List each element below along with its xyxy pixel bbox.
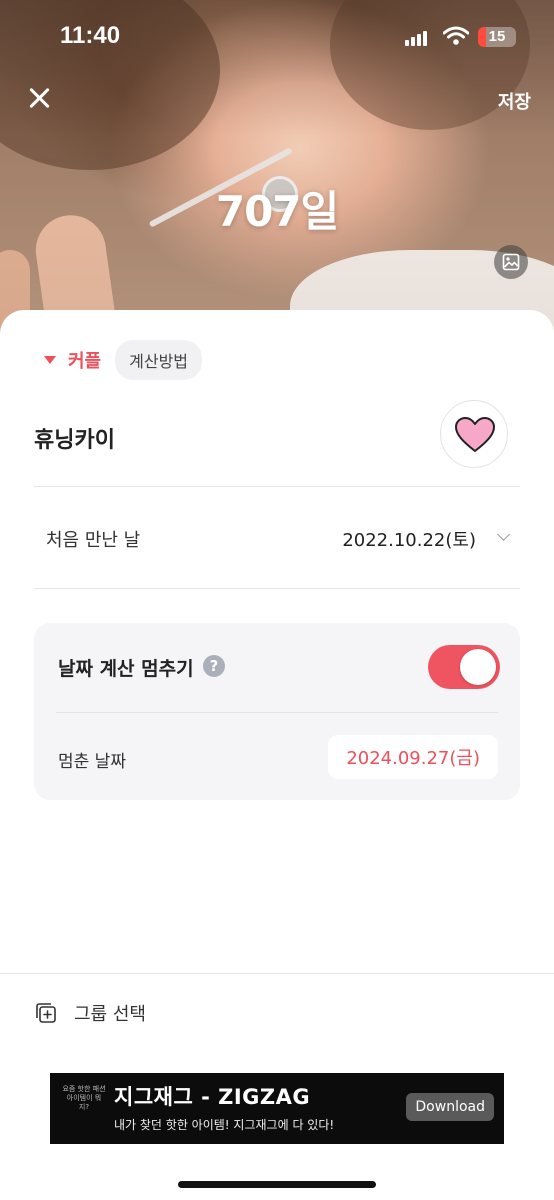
type-dropdown[interactable]: 커플 [44, 347, 101, 373]
triangle-down-icon [44, 356, 56, 364]
add-group-icon [36, 1003, 56, 1023]
ad-subtitle: 내가 찾던 핫한 아이템! 지그재그에 다 있다! [114, 1118, 335, 1132]
day-count: 707일 [215, 187, 339, 236]
wifi-icon [442, 26, 470, 46]
heart-icon [455, 417, 495, 452]
status-time: 11:40 [60, 22, 121, 49]
signal-icon [405, 30, 429, 46]
save-button[interactable]: 저장 [498, 88, 531, 114]
heart-button[interactable] [440, 400, 508, 468]
ad-download-button[interactable]: Download [406, 1093, 494, 1121]
status-bar: 11:40 15 [0, 0, 554, 70]
stop-date-field[interactable]: 2024.09.27(금) [328, 735, 498, 779]
stop-calc-title: 날짜 계산 멈추기 [58, 658, 194, 680]
first-meet-date: 2022.10.22(토) [342, 530, 476, 551]
battery-level: 15 [488, 28, 506, 45]
first-meet-label: 처음 만난 날 [46, 530, 141, 551]
chevron-down-icon [497, 528, 510, 541]
divider [0, 973, 554, 974]
card-divider [56, 712, 498, 713]
stop-calc-card: 날짜 계산 멈추기 ? 멈춘 날짜 2024.09.27(금) [34, 623, 520, 800]
group-select-row[interactable]: 그룹 선택 [34, 1000, 146, 1026]
stop-calc-toggle[interactable] [428, 645, 500, 689]
type-label: 커플 [68, 351, 102, 372]
stop-date-label: 멈춘 날짜 [58, 752, 126, 772]
group-select-label: 그룹 선택 [74, 1004, 146, 1025]
calc-method-button[interactable]: 계산방법 [115, 340, 203, 380]
battery-icon: 15 [478, 27, 516, 47]
ad-thumbnail: 요즘 핫한 패션 아이템이 뭐지? [62, 1085, 106, 1111]
change-photo-button[interactable] [494, 245, 528, 279]
ad-banner[interactable]: 요즘 핫한 패션 아이템이 뭐지? 지그재그 - ZIGZAG 내가 찾던 핫한… [50, 1073, 504, 1144]
type-row: 커플 계산방법 [44, 340, 203, 380]
settings-sheet: 커플 계산방법 휴닝카이 처음 만난 날 2022.10.22(토) 날짜 계산… [0, 310, 554, 1200]
toggle-knob [460, 649, 496, 685]
divider [34, 486, 520, 487]
first-meet-row[interactable]: 처음 만난 날 2022.10.22(토) [34, 488, 520, 590]
image-icon [502, 253, 520, 271]
person-name: 휴닝카이 [34, 428, 115, 453]
divider [34, 588, 520, 589]
help-icon[interactable]: ? [203, 655, 225, 677]
home-indicator[interactable] [178, 1181, 376, 1188]
close-icon[interactable] [26, 84, 54, 112]
ad-title: 지그재그 - ZIGZAG [114, 1085, 311, 1109]
